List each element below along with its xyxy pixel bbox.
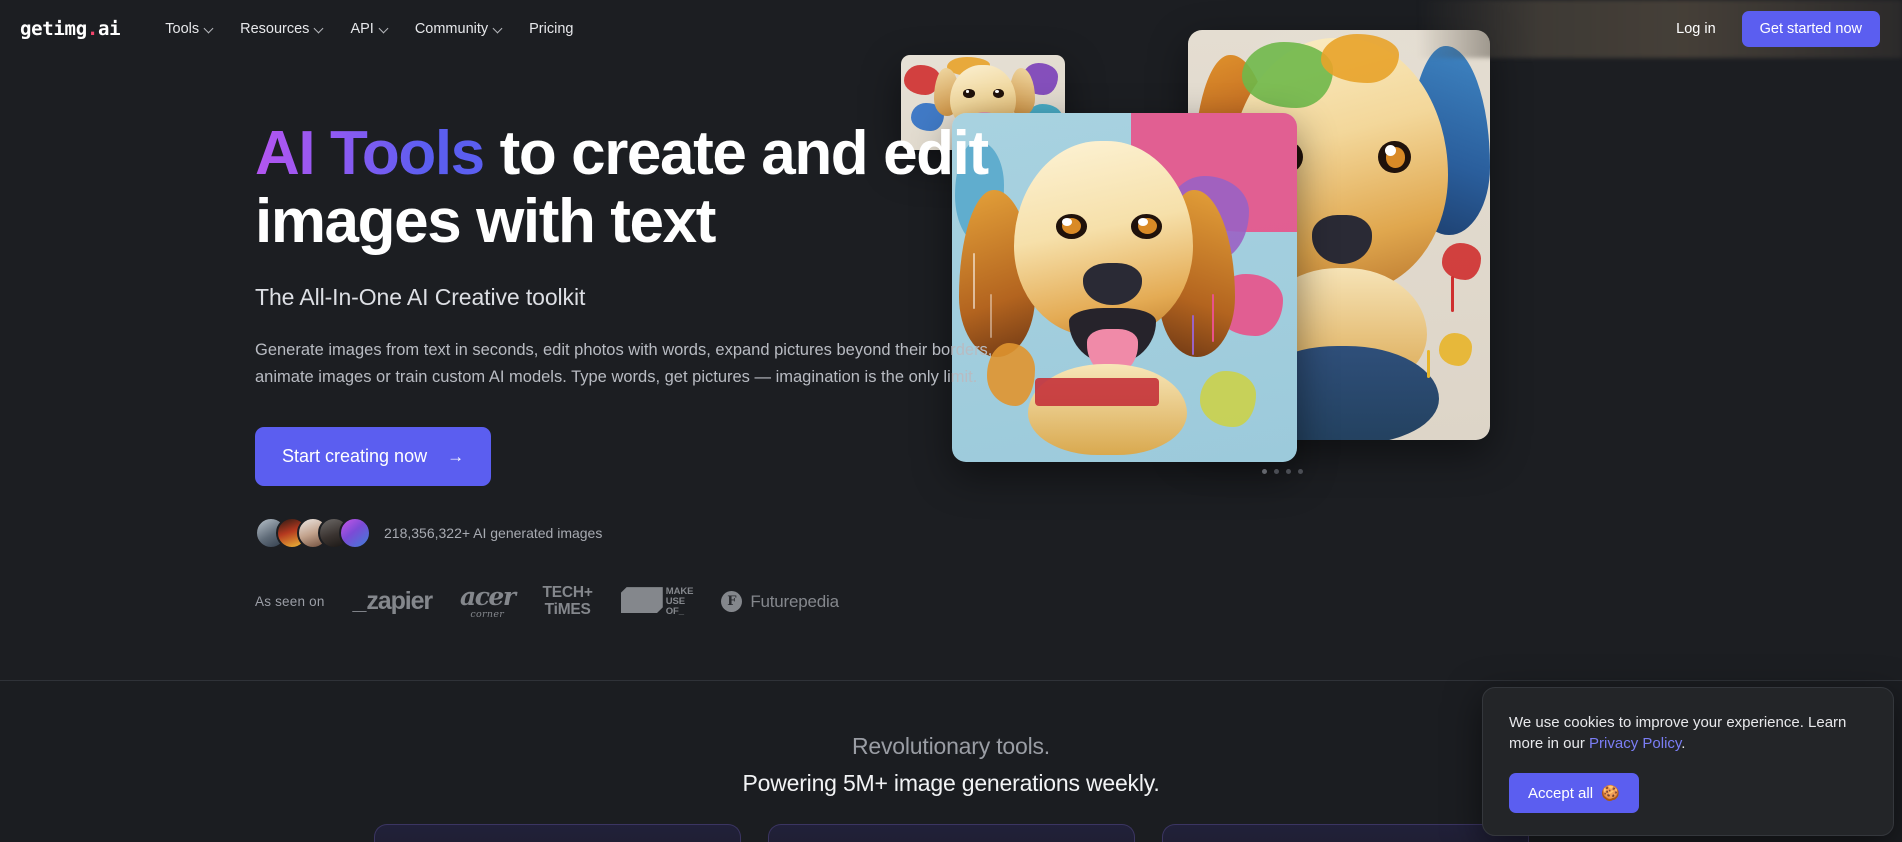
logo-zapier: _ zapier (352, 587, 434, 616)
chevron-down-icon (205, 25, 214, 34)
social-proof: 218,356,322+ AI generated images (255, 516, 1065, 549)
techtimes-line2: TiMES (544, 600, 591, 618)
nav-links: Tools Resources API Community Pricing (152, 14, 586, 44)
accept-all-cookies-button[interactable]: Accept all 🍪 (1509, 773, 1639, 813)
getimg-landing-page: AI Tools to create and edit images with … (0, 0, 1902, 842)
nav-item-resources[interactable]: Resources (227, 14, 337, 44)
nav-item-label: Pricing (529, 21, 574, 37)
get-started-button[interactable]: Get started now (1741, 11, 1880, 47)
nav-item-tools[interactable]: Tools (152, 14, 227, 44)
carousel-dot-2[interactable] (1274, 469, 1279, 474)
makeuseof-wordmark: MAKE USE OF_ (666, 587, 694, 616)
hero-image-gallery (901, 0, 1902, 681)
cookie-consent-banner: We use cookies to improve your experienc… (1482, 686, 1894, 836)
as-seen-on-bar: As seen on _ zapier acer corner TECH+ TiM… (255, 584, 1065, 620)
carousel-indicator[interactable] (1110, 469, 1455, 474)
avatar-group (255, 516, 371, 549)
zapier-name: zapier (366, 587, 433, 616)
makeuseof-mark-icon (620, 587, 663, 614)
site-logo[interactable]: getimg.ai (20, 18, 121, 40)
privacy-policy-link[interactable]: Privacy Policy (1589, 735, 1681, 752)
logo-tech-times: TECH+ TiMES (542, 584, 593, 618)
accept-label: Accept all (1528, 784, 1594, 802)
logo-futurepedia: F Futurepedia (721, 591, 839, 613)
nav-item-community[interactable]: Community (402, 14, 516, 44)
nav-item-label: Resources (240, 21, 310, 37)
nav-item-api[interactable]: API (337, 14, 401, 44)
avatar (339, 516, 371, 549)
nav-item-label: API (350, 21, 374, 37)
login-link[interactable]: Log in (1668, 15, 1724, 43)
futurepedia-name: Futurepedia (750, 591, 839, 611)
cookie-text-after: . (1681, 735, 1686, 753)
logo-dot: . (86, 18, 98, 40)
futurepedia-f-icon: F (721, 591, 743, 613)
generated-images-count: 218,356,322+ AI generated images (384, 524, 603, 541)
hero-section: AI Tools to create and edit images with … (0, 0, 1902, 681)
acer-sub: corner (470, 608, 505, 620)
chevron-down-icon (380, 25, 389, 34)
top-navigation-bar: getimg.ai Tools Resources API Community (0, 0, 1902, 58)
page-title: AI Tools to create and edit images with … (255, 120, 1065, 255)
cta-label: Start creating now (282, 445, 428, 466)
logo-acer: acer corner (460, 581, 516, 620)
start-creating-button[interactable]: Start creating now → (255, 426, 492, 486)
as-seen-on-label: As seen on (255, 594, 325, 610)
feature-card[interactable] (767, 824, 1135, 842)
nav-item-label: Tools (165, 21, 200, 37)
carousel-dot-3[interactable] (1286, 469, 1291, 474)
hero-content: AI Tools to create and edit images with … (255, 120, 1065, 619)
logo-text: getimg (20, 18, 87, 40)
cookie-icon: 🍪 (1601, 785, 1620, 802)
acer-name: acer (460, 581, 516, 611)
logo-suffix: ai (97, 18, 121, 40)
muo-line3: OF_ (665, 605, 684, 617)
chevron-down-icon (315, 25, 324, 34)
headline-accent: AI Tools (255, 119, 485, 188)
nav-item-label: Community (414, 21, 489, 37)
nav-item-pricing[interactable]: Pricing (516, 14, 586, 44)
hero-body-text: Generate images from text in seconds, ed… (255, 341, 993, 387)
feature-card[interactable] (1161, 824, 1529, 842)
chevron-down-icon (494, 25, 503, 34)
zapier-prefix: _ (352, 587, 367, 616)
techtimes-line1: TECH+ (542, 584, 593, 602)
carousel-dot-4[interactable] (1298, 469, 1303, 474)
hero-subheadline: The All-In-One AI Creative toolkit (255, 284, 586, 311)
arrow-right-icon: → (447, 446, 465, 466)
feature-card[interactable] (373, 824, 741, 842)
logo-make-use-of: MAKE USE OF_ (620, 587, 694, 616)
carousel-dot-1[interactable] (1262, 469, 1267, 474)
cookie-message: We use cookies to improve your experienc… (1509, 712, 1867, 756)
nav-actions: Log in Get started now (1668, 11, 1880, 47)
